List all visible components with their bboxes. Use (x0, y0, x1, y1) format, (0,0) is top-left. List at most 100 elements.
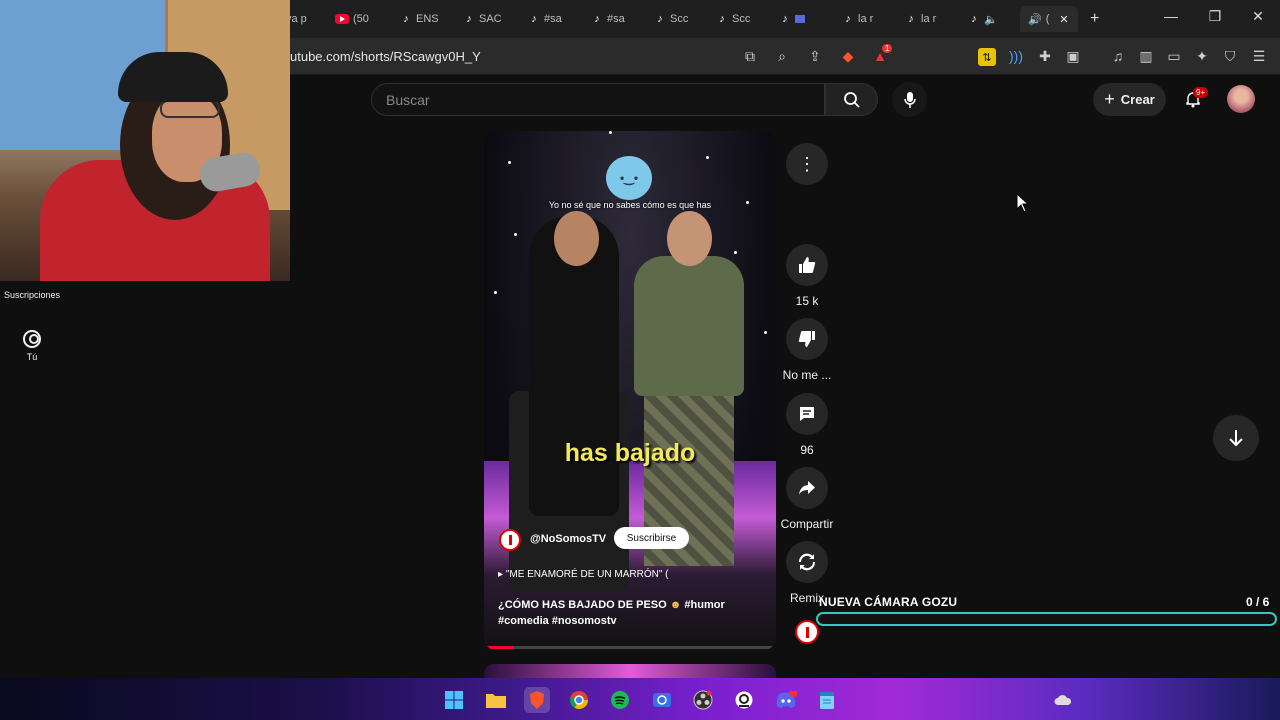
share-icon[interactable]: ⇪ (805, 46, 825, 66)
search-button[interactable] (825, 83, 878, 116)
video-title[interactable]: ¿CÓMO HAS BAJADO DE PESO ☻ #humor #comed… (498, 597, 768, 629)
video-caption-main: has bajado (564, 439, 696, 467)
tab-label: la r (921, 13, 937, 25)
video-progress-fill (484, 646, 514, 649)
leo-icon[interactable]: ✦ (1192, 46, 1212, 66)
browser-tab[interactable]: ♪ 🔈 (968, 6, 1008, 32)
notepad-icon[interactable] (814, 687, 840, 713)
search-input[interactable] (372, 84, 824, 115)
create-label: Crear (1120, 92, 1155, 107)
wallet-icon[interactable]: ▭ (1164, 46, 1184, 66)
speaker-icon: 🔈 (984, 13, 998, 26)
channel-avatar[interactable] (499, 529, 521, 551)
sidebar-item-you[interactable]: Tú (0, 330, 64, 362)
subscribe-button[interactable]: Suscribirse (614, 527, 689, 549)
discord-icon[interactable] (773, 687, 799, 713)
sound-channel-avatar[interactable] (795, 620, 819, 644)
onedrive-cloud-icon[interactable] (1050, 687, 1076, 713)
tab-label: la r (858, 13, 874, 25)
zoom-icon[interactable]: ⌕ (772, 46, 792, 66)
spotify-icon[interactable] (607, 687, 633, 713)
tab-search-icon[interactable]: ▣ (1063, 46, 1083, 66)
chrome-icon[interactable] (566, 687, 592, 713)
tab-label: #sa (607, 13, 625, 25)
browser-tab[interactable]: ♪ SAC (463, 6, 508, 32)
minimize-icon[interactable]: — (1160, 8, 1182, 24)
browser-tab[interactable]: ♪ #sa (528, 6, 573, 32)
next-short-button[interactable] (1213, 415, 1259, 461)
browser-tab[interactable]: ♪ la r (842, 6, 887, 32)
tab-label: ENS (416, 13, 439, 25)
voice-search-button[interactable] (892, 82, 927, 117)
like-button[interactable]: 15 k (786, 244, 828, 308)
person-right (634, 256, 744, 396)
close-window-icon[interactable]: ✕ (1247, 8, 1269, 25)
tab-label: SAC (479, 13, 502, 25)
shorts-video-player[interactable]: •‿• Yo no sé que no sabes cómo es que ha… (484, 131, 776, 650)
menu-icon[interactable]: ☰ (1249, 46, 1269, 66)
browser-tab[interactable]: ♪ Scc (716, 6, 761, 32)
open-external-icon[interactable]: ⧉ (740, 46, 760, 66)
tiktok-icon: ♪ (403, 13, 409, 25)
tab-label: ( (1045, 13, 1050, 25)
browser-tab[interactable]: ♪ Scc (654, 6, 699, 32)
thumbs-down-icon (798, 331, 815, 347)
dislike-button[interactable]: No me ... (783, 318, 831, 382)
extension-wave-icon[interactable]: ))) (1006, 46, 1026, 66)
url-field[interactable]: utube.com/shorts/RScawgv0H_Y (290, 49, 481, 64)
browser-tab-active[interactable]: 🔊( ✕ (1020, 6, 1078, 32)
more-vert-icon: ⋮ (798, 153, 816, 174)
sidebar-item-label: Suscripciones (3, 290, 61, 300)
restore-icon[interactable]: ❐ (1204, 8, 1226, 25)
file-explorer-icon[interactable] (483, 687, 509, 713)
tiktok-icon: ♪ (719, 13, 725, 25)
close-tab-icon[interactable]: ✕ (1059, 13, 1068, 26)
browser-tab[interactable]: ♪ la r (905, 6, 950, 32)
browser-tab[interactable]: (50 (335, 6, 385, 32)
tiktok-icon: ♪ (908, 13, 914, 25)
comment-icon (800, 407, 814, 421)
share-button[interactable]: Compartir (781, 467, 833, 531)
sidebar-icon[interactable]: ▥ (1136, 46, 1156, 66)
extension-icon[interactable]: ⇅ (978, 48, 996, 66)
comments-button[interactable]: 96 (786, 393, 828, 457)
stream-goal-bar (816, 612, 1277, 626)
obs-icon[interactable] (690, 687, 716, 713)
new-tab-icon[interactable]: + (1090, 6, 1110, 32)
brave-shields-icon[interactable]: ◆ (838, 46, 858, 66)
brave-browser-icon[interactable] (524, 687, 550, 713)
tiktok-icon: ♪ (845, 13, 851, 25)
channel-name[interactable]: @NoSomosTV (530, 533, 606, 545)
windows-start-icon[interactable] (441, 687, 467, 713)
search-box[interactable] (371, 83, 825, 116)
browser-tab[interactable]: ♪ (779, 6, 819, 32)
user-circle-icon (23, 330, 41, 348)
tab-label: (50 (353, 13, 369, 25)
screen-icon (795, 15, 805, 23)
face-emoji-icon: ☻ (669, 599, 682, 611)
rewards-badge: 1 (882, 44, 893, 53)
capture-app-icon[interactable] (649, 687, 675, 713)
tiktok-icon: ♪ (782, 13, 788, 25)
plus-icon: + (1104, 89, 1115, 109)
browser-tab[interactable]: ♪ ENS (400, 6, 445, 32)
tab-label: Scc (670, 13, 689, 25)
arrow-down-icon (1229, 430, 1243, 447)
stream-goal-count: 0 / 6 (1246, 595, 1270, 609)
music-icon[interactable]: ♫ (1108, 46, 1128, 66)
video-progress-bar[interactable] (484, 646, 776, 649)
browser-tab[interactable]: ♪ #sa (591, 6, 636, 32)
youtube-icon (335, 14, 349, 24)
music-track[interactable]: ▸ "ME ENAMORÉ DE UN MARRÓN" ( (498, 569, 668, 580)
account-avatar[interactable] (1227, 85, 1255, 113)
create-button[interactable]: + Crear (1093, 83, 1166, 116)
music-track-label: "ME ENAMORÉ DE UN MARRÓN" ( (505, 569, 669, 580)
browser-tab[interactable]: va p (286, 6, 316, 32)
puzzle-icon[interactable]: ✚ (1035, 46, 1055, 66)
vpn-icon[interactable]: ⛉ (1220, 46, 1240, 66)
more-options-button[interactable]: ⋮ (786, 143, 828, 185)
search-app-icon[interactable] (731, 687, 757, 713)
sidebar-item-subscriptions[interactable]: Suscripciones (0, 290, 64, 300)
remix-icon (798, 553, 816, 571)
speaker-icon: 🔊 (1028, 13, 1042, 26)
